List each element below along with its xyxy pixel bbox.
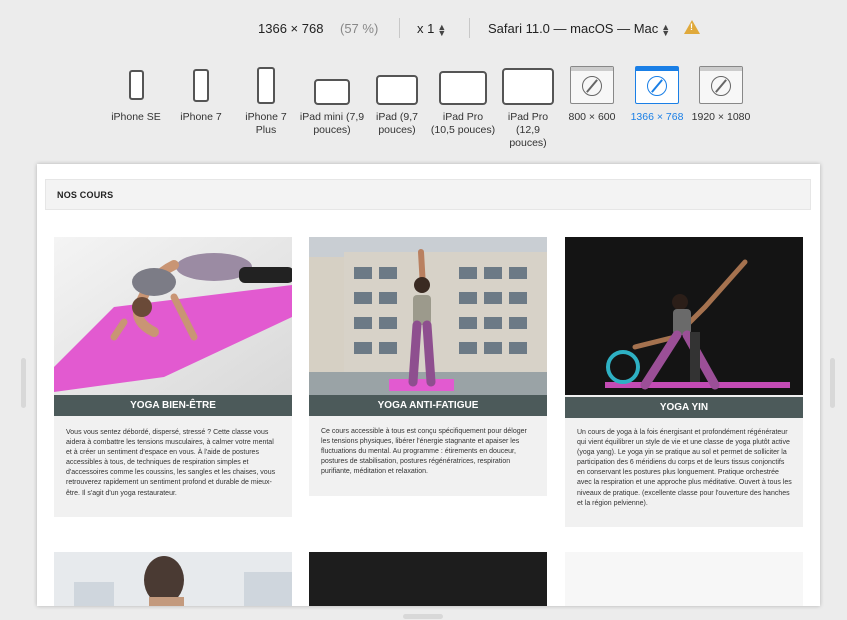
device-ipad-pro-12-9[interactable]: iPad Pro (12,9 pouces) xyxy=(496,62,560,150)
device-iphone-7[interactable]: iPhone 7 xyxy=(172,62,230,124)
page-preview: NOS COURS YOGA BIEN-ÊTRE Vous vous sente… xyxy=(37,164,820,606)
resize-handle-bottom[interactable] xyxy=(403,614,443,619)
tablet-icon xyxy=(439,71,487,105)
device-label: 1920 × 1080 xyxy=(691,111,751,123)
course-card: YOGA BIEN-ÊTRE Vous vous sentez débordé,… xyxy=(54,237,292,517)
warning-icon[interactable]: ! xyxy=(684,20,700,34)
viewport-dimensions: 1366 × 768 xyxy=(258,21,324,36)
device-800x600[interactable]: 800 × 600 xyxy=(562,62,622,124)
course-card xyxy=(309,552,547,606)
tablet-icon xyxy=(376,75,418,105)
stepper-icon: ▲ ▼ xyxy=(661,21,671,38)
device-label: iPad (9,7 pouces) xyxy=(375,111,419,136)
tablet-icon xyxy=(502,68,554,105)
device-iphone-se[interactable]: iPhone SE xyxy=(106,62,166,124)
course-title: YOGA BIEN-ÊTRE xyxy=(54,395,292,416)
device-label: iPad Pro (12,9 pouces) xyxy=(507,111,549,149)
course-description: Vous vous sentez débordé, dispersé, stre… xyxy=(66,429,276,497)
device-iphone-7-plus[interactable]: iPhone 7 Plus xyxy=(238,62,294,137)
course-card: YOGA ANTI-FATIGUE Ce cours accessible à … xyxy=(309,237,547,496)
phone-icon xyxy=(257,66,275,104)
course-card xyxy=(565,552,803,606)
device-presets: iPhone SE iPhone 7 iPhone 7 Plus iPad mi… xyxy=(0,62,847,150)
safari-compass-icon xyxy=(635,66,679,104)
course-photo xyxy=(565,552,803,606)
device-label: iPad mini (7,9 pouces) xyxy=(299,111,365,136)
device-label: iPhone SE xyxy=(111,111,161,123)
device-label: iPhone 7 xyxy=(180,111,222,123)
device-ipad-pro-10-5[interactable]: iPad Pro (10,5 pouces) xyxy=(430,62,496,137)
course-photo xyxy=(54,552,292,606)
device-ipad-mini[interactable]: iPad mini (7,9 pouces) xyxy=(298,62,366,137)
browser-value: Safari 11.0 — macOS — Mac xyxy=(488,21,659,36)
tablet-icon xyxy=(314,79,350,105)
toolbar-divider xyxy=(399,18,400,38)
scale-selector[interactable]: x 1 ▲ ▼ xyxy=(417,21,447,38)
course-photo xyxy=(309,237,547,395)
scale-value: x 1 xyxy=(417,21,435,36)
device-1920x1080[interactable]: 1920 × 1080 xyxy=(688,62,754,124)
course-photo xyxy=(309,552,547,606)
course-title: YOGA ANTI-FATIGUE xyxy=(309,395,547,416)
course-title: YOGA YIN xyxy=(565,397,803,418)
browser-selector[interactable]: Safari 11.0 — macOS — Mac ▲ ▼ xyxy=(488,21,671,38)
phone-icon xyxy=(193,68,209,102)
device-ipad[interactable]: iPad (9,7 pouces) xyxy=(363,62,431,137)
course-photo xyxy=(54,237,292,395)
resize-handle-left[interactable] xyxy=(21,358,26,408)
device-label: 800 × 600 xyxy=(568,111,616,123)
device-label: iPhone 7 Plus xyxy=(245,111,287,136)
section-header: NOS COURS xyxy=(45,179,811,210)
device-label: iPad Pro (10,5 pouces) xyxy=(430,111,496,136)
phone-icon xyxy=(128,70,144,100)
course-card xyxy=(54,552,292,606)
course-photo xyxy=(565,237,803,395)
section-title: NOS COURS xyxy=(57,190,114,200)
responsive-toolbar: 1366 × 768 (57 %) x 1 ▲ ▼ Safari 11.0 — ma… xyxy=(0,0,847,60)
zoom-percent: (57 %) xyxy=(340,21,379,36)
toolbar-divider xyxy=(469,18,470,38)
course-description: Ce cours accessible à tous est conçu spé… xyxy=(321,428,527,476)
device-label: 1366 × 768 xyxy=(630,111,684,123)
course-description: Un cours de yoga à la fois énergisant et… xyxy=(577,429,792,507)
resize-handle-right[interactable] xyxy=(830,358,835,408)
device-1366x768[interactable]: 1366 × 768 xyxy=(626,62,688,124)
safari-compass-icon xyxy=(570,66,614,104)
safari-compass-icon xyxy=(699,66,743,104)
course-card: YOGA YIN Un cours de yoga à la fois éner… xyxy=(565,237,803,527)
stepper-icon: ▲ ▼ xyxy=(437,21,447,38)
